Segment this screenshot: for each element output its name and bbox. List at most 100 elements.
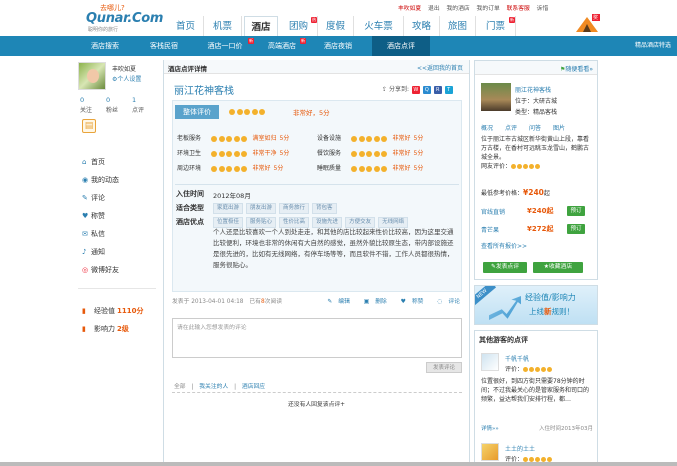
back-link[interactable]: <<返回我的首页: [417, 63, 463, 72]
sidebar-label: 称赞: [91, 212, 105, 220]
hotel-thumbnail[interactable]: [481, 83, 511, 111]
subnav-fixed-price[interactable]: 酒店一口价新: [194, 36, 256, 56]
tag[interactable]: 朋友出游: [246, 203, 277, 214]
top-link-service[interactable]: 联系客服: [507, 6, 530, 12]
nav-train[interactable]: 火车票: [354, 16, 404, 36]
top-header: 去哪儿? Qunar.Com 聪明你的旅行 丰吹如夏 退出 我的酒店 我的订单 …: [0, 0, 677, 36]
top-link-my-hotel[interactable]: 我的酒店: [447, 6, 470, 12]
reviewer-name[interactable]: 千帆千帆: [505, 354, 529, 363]
nav-flights[interactable]: 机票: [204, 16, 242, 36]
delete-button[interactable]: ▣ 删除: [358, 299, 387, 305]
ota-price: ¥272起: [527, 225, 554, 233]
ota-price: ¥240起: [527, 207, 554, 215]
tent-promo-icon[interactable]: 奖: [574, 14, 600, 34]
subnav-inns[interactable]: 客栈民宿: [134, 36, 194, 56]
tag[interactable]: 商务旅行: [279, 203, 310, 214]
top-link-mobile[interactable]: 诉惜: [537, 6, 549, 12]
ota-name[interactable]: 青芒果: [481, 225, 499, 234]
nav-label: 团购: [288, 21, 308, 32]
sidebar-item-messages[interactable]: ✉ 私信: [82, 229, 105, 241]
tab-qa[interactable]: 问答: [529, 125, 541, 132]
ota-name[interactable]: 官线直销: [481, 207, 505, 216]
sidebar-item-weibo-friends[interactable]: ◎ 微博好友: [82, 265, 119, 277]
nav-travel-photos[interactable]: 旅图: [440, 16, 476, 36]
details-link[interactable]: 详情»»: [481, 426, 499, 432]
nav-groupbuy[interactable]: 团购热: [280, 16, 318, 36]
top-link-logout[interactable]: 退出: [428, 6, 440, 12]
nav-hotels[interactable]: 酒店: [244, 16, 278, 36]
filter-all[interactable]: 全部: [174, 384, 186, 390]
star-icon: [244, 109, 250, 115]
activity-icon: ◉: [82, 176, 89, 184]
sidebar-item-comments[interactable]: ✎ 评论: [82, 193, 105, 205]
random-look-link[interactable]: ⚑随便看看»: [560, 64, 593, 73]
qzone-share-icon[interactable]: Q: [422, 85, 431, 94]
rating-label: 周边环境: [177, 165, 202, 172]
weibo-share-icon[interactable]: W: [411, 85, 420, 94]
nav-home[interactable]: 首页: [168, 16, 204, 36]
star-icon: [226, 150, 232, 157]
sidebar-item-praise[interactable]: ♥ 称赞: [82, 211, 105, 223]
top-link-my-orders[interactable]: 我的订单: [477, 6, 500, 12]
sidebar-item-home[interactable]: ⌂ 首页: [82, 157, 105, 169]
submit-comment-button[interactable]: 发表评论: [426, 362, 462, 373]
filter-hotel-reply[interactable]: 酒店回应: [242, 384, 265, 390]
reviewer-name[interactable]: 土土的土土: [505, 444, 535, 453]
book-button[interactable]: 预订: [567, 206, 585, 216]
all-prices-link[interactable]: 查看所有报价>>: [481, 241, 527, 250]
nav-tickets[interactable]: 门票新: [476, 16, 516, 36]
fans-count[interactable]: 0: [106, 96, 110, 104]
experience-rules-banner[interactable]: NEW 经验值/影响力 上线新规则！: [474, 285, 598, 325]
reply-filter: 全部 | 我关注的人 | 酒店回应: [174, 384, 266, 390]
nav-guides[interactable]: 攻略: [404, 16, 440, 36]
tab-photos[interactable]: 图片: [553, 125, 565, 132]
qunar-logo[interactable]: 去哪儿? Qunar.Com 聪明你的旅行: [86, 3, 166, 33]
sidebar-label: 通知: [91, 248, 105, 256]
hotel-name-link[interactable]: 丽江花神客栈: [174, 82, 234, 97]
sidebar-item-notifications[interactable]: ♪ 通知: [82, 247, 105, 259]
subnav-reviews[interactable]: 酒店点评: [372, 36, 430, 56]
avatar[interactable]: [481, 443, 499, 461]
hotel-card: ⚑随便看看» 丽江花神客栈 位于：大研古城 类型：精品客栈 概况 点评 问答 图片 位…: [474, 60, 598, 280]
settings-link[interactable]: ⚙个人设置: [112, 74, 141, 83]
username[interactable]: 丰吹如夏: [112, 64, 136, 73]
rating-row: 老板服务 满室如归 5分: [177, 133, 289, 142]
favorite-hotel-button[interactable]: ★收藏酒店: [533, 262, 583, 273]
tab-reviews[interactable]: 点评: [505, 125, 517, 132]
subnav-hotel-search[interactable]: 酒店搜索: [76, 36, 134, 56]
star-icon: [236, 109, 243, 115]
write-review-button[interactable]: ✎发表点评: [483, 262, 527, 273]
comment-button[interactable]: ◌ 评论: [431, 299, 460, 305]
comment-input[interactable]: 请在此输入您想发表的评论: [172, 318, 462, 358]
tab-overview[interactable]: 概况: [481, 125, 493, 132]
praise-button[interactable]: ♥ 称赞: [395, 299, 424, 305]
experience-score[interactable]: ▮ 经验值 1110分: [82, 306, 143, 316]
edit-button[interactable]: ✎ 编辑: [321, 299, 349, 305]
hotel-card-header: ⚑随便看看»: [475, 61, 597, 75]
star-icon: [218, 150, 225, 157]
tag[interactable]: 家庭出游: [213, 203, 244, 214]
avatar[interactable]: [481, 353, 499, 371]
rating-label: 老板服务: [177, 135, 202, 142]
book-icon[interactable]: ▤: [82, 119, 96, 133]
subnav-label: 酒店一口价: [207, 42, 243, 50]
avatar[interactable]: [78, 62, 106, 90]
nav-vacation[interactable]: 度假: [318, 16, 354, 36]
hotel-card-name[interactable]: 丽江花神客栈: [515, 85, 551, 94]
renren-share-icon[interactable]: R: [433, 85, 442, 94]
filter-following[interactable]: 我关注的人: [199, 384, 228, 390]
subnav-luxury[interactable]: 高端酒店新: [256, 36, 308, 56]
influence-score[interactable]: ▮ 影响力 2级: [82, 324, 129, 334]
follow-count[interactable]: 0: [80, 96, 84, 104]
subnav-night-deals[interactable]: 酒店夜销: [308, 36, 368, 56]
top-link-user[interactable]: 丰吹如夏: [398, 6, 421, 12]
book-button[interactable]: 预订: [567, 224, 585, 234]
star-icon: [241, 135, 247, 142]
trash-icon: ▣: [363, 299, 370, 305]
sidebar-item-activity[interactable]: ◉ 我的动态: [82, 175, 119, 187]
tencent-share-icon[interactable]: T: [444, 85, 453, 94]
tag[interactable]: 背包客: [312, 203, 337, 214]
reviews-count[interactable]: 1: [132, 96, 136, 104]
boutique-hotels-link[interactable]: 精品酒店特选: [635, 36, 671, 56]
rating-label: 环境卫生: [177, 150, 202, 157]
